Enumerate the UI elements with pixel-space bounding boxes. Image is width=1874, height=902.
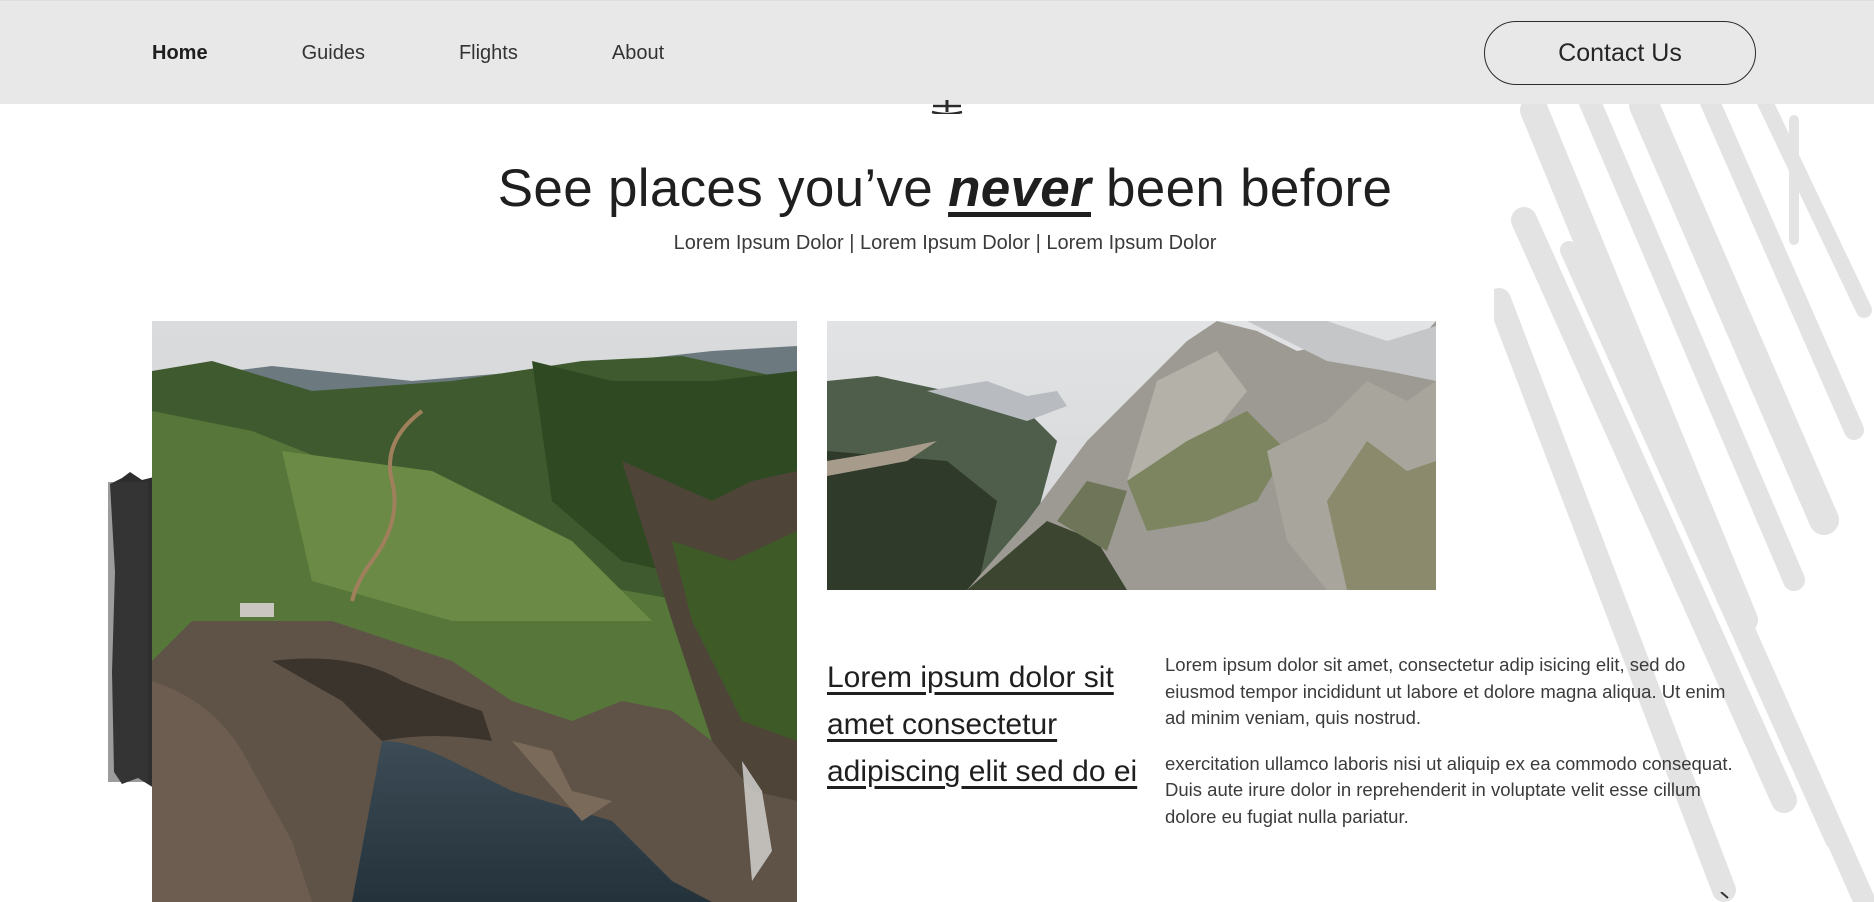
nav-item-flights[interactable]: Flights	[459, 42, 518, 65]
hero-title-before: See places you’ve	[497, 159, 949, 218]
article-title-link[interactable]: Lorem ipsum dolor sit amet consectetur a…	[827, 654, 1139, 795]
chevron-right-icon[interactable]	[1718, 892, 1732, 902]
top-navigation-bar: Home Guides Flights About Contact Us	[0, 0, 1874, 104]
contact-us-button[interactable]: Contact Us	[1484, 21, 1756, 85]
nav-item-about[interactable]: About	[612, 42, 664, 65]
article-paragraph: exercitation ullamco laboris nisi ut ali…	[1165, 752, 1733, 827]
hero-title-emphasis: never	[948, 159, 1091, 218]
hero-title: See places you’ve never been before	[0, 152, 1874, 226]
hero-subtitle: Lorem Ipsum Dolor | Lorem Ipsum Dolor | …	[673, 232, 1217, 254]
anchor-icon	[931, 100, 963, 114]
coastal-valley-photo	[152, 321, 797, 902]
article-paragraph: Lorem ipsum dolor sit amet, consectetur …	[1165, 654, 1726, 728]
hero-title-after: been before	[1091, 159, 1393, 218]
nav-item-guides[interactable]: Guides	[302, 42, 365, 65]
article-body: Lorem ipsum dolor sit amet, consectetur …	[1165, 652, 1733, 849]
mountain-photo	[827, 321, 1436, 590]
main-nav: Home Guides Flights About	[152, 1, 758, 105]
nav-item-home[interactable]: Home	[152, 42, 208, 65]
